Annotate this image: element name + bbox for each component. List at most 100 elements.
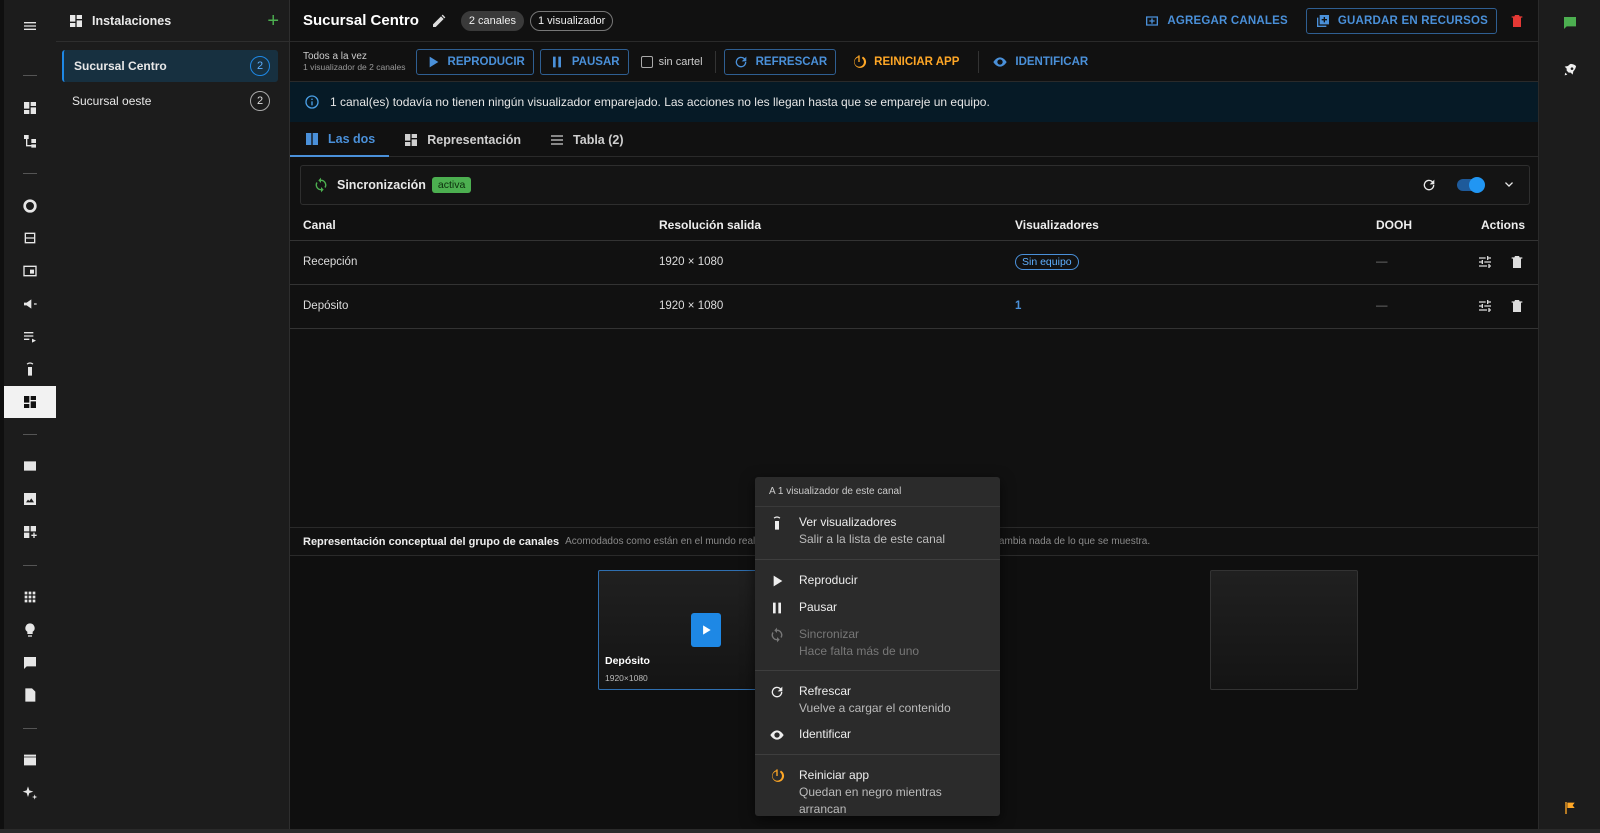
channels-chip: 2 canales	[460, 10, 524, 31]
flag-icon[interactable]	[1555, 793, 1585, 823]
sidebar-item-sucursal-oeste[interactable]: Sucursal oeste 2	[62, 85, 278, 117]
delete-icon[interactable]	[1509, 298, 1525, 314]
library-add-icon	[1315, 13, 1331, 29]
dashboard-icon[interactable]	[4, 92, 56, 124]
app-window: Instalaciones + Sucursal Centro 2 Sucurs…	[0, 0, 1600, 833]
dashboard-icon	[403, 132, 419, 148]
play-icon	[769, 573, 785, 589]
edit-icon[interactable]	[431, 13, 447, 29]
menu-icon[interactable]	[4, 10, 56, 42]
tile-resolution: 1920×1080	[605, 673, 648, 683]
add-channels-label: AGREGAR CANALES	[1167, 14, 1288, 27]
rail-divider	[23, 434, 37, 435]
add-channels-button[interactable]: AGREGAR CANALES	[1136, 8, 1296, 34]
menu-divider	[755, 754, 1000, 755]
menu-item-label: Refrescar	[799, 684, 852, 698]
no-banner-checkbox[interactable]: sin cartel	[640, 55, 703, 68]
target-icon[interactable]	[4, 190, 56, 222]
tune-icon[interactable]	[1477, 298, 1493, 314]
feedback-icon[interactable]	[1555, 8, 1585, 38]
pause-icon	[769, 600, 785, 616]
chevron-down-icon[interactable]	[1501, 177, 1517, 193]
campaign-icon[interactable]	[4, 288, 56, 320]
concept-title: Representación conceptual del grupo de c…	[303, 535, 560, 548]
lightbulb-icon[interactable]	[4, 614, 56, 646]
table-row[interactable]: Recepción 1920 × 1080 Sin equipo —	[290, 240, 1538, 285]
document-icon[interactable]	[4, 679, 56, 711]
menu-item-identify[interactable]: Identificar	[755, 726, 1000, 743]
split-view-icon	[304, 131, 320, 147]
save-resources-button[interactable]: GUARDAR EN RECURSOS	[1305, 7, 1497, 34]
sidebar-item-sucursal-centro[interactable]: Sucursal Centro 2	[62, 50, 278, 82]
menu-item-view-viewers[interactable]: Ver visualizadores Salir a la lista de es…	[755, 514, 1000, 548]
target-selector[interactable]: Todos a la vez 1 visualizador de 2 canal…	[303, 51, 406, 72]
icon-rail	[4, 0, 56, 833]
installations-sidebar: Instalaciones + Sucursal Centro 2 Sucurs…	[56, 0, 290, 833]
channel-tile[interactable]	[1210, 570, 1358, 690]
right-rail	[1538, 0, 1600, 833]
tab-label: Las dos	[328, 131, 376, 146]
menu-item-sub: Hace falta más de uno	[799, 644, 920, 658]
image-icon[interactable]	[4, 483, 56, 515]
movie-icon[interactable]	[4, 450, 56, 482]
sync-panel: Sincronización activa	[300, 165, 1530, 205]
menu-item-pause[interactable]: Pausar	[755, 599, 1000, 616]
menu-item-sync: Sincronizar Hace falta más de uno	[755, 626, 1000, 660]
tab-both[interactable]: Las dos	[290, 122, 390, 157]
chat-icon[interactable]	[4, 647, 56, 679]
refresh-label: REFRESCAR	[755, 55, 828, 68]
refresh-icon[interactable]	[1421, 177, 1437, 193]
tab-representation[interactable]: Representación	[389, 122, 535, 157]
remote-icon[interactable]	[4, 353, 56, 385]
rail-divider	[23, 75, 37, 76]
playlist-icon[interactable]	[4, 320, 56, 352]
add-widget-icon[interactable]	[4, 516, 56, 548]
installations-icon[interactable]	[4, 386, 56, 418]
menu-item-restart-app[interactable]: Reiniciar app Quedan en negro mientras ar…	[755, 767, 1000, 818]
no-banner-label: sin cartel	[658, 55, 703, 68]
apps-icon[interactable]	[4, 581, 56, 613]
add-installation-button[interactable]: +	[267, 11, 279, 31]
no-device-badge[interactable]: Sin equipo	[1015, 254, 1079, 270]
delete-icon[interactable]	[1509, 13, 1525, 29]
channels-table: Canal Resolución salida Visualizadores D…	[290, 210, 1538, 329]
menu-item-play[interactable]: Reproducir	[755, 572, 1000, 589]
info-icon	[304, 94, 320, 110]
tab-label: Tabla (2)	[573, 132, 624, 147]
clapper-icon[interactable]	[4, 744, 56, 776]
menu-item-sub: Salir a la lista de este canal	[799, 532, 946, 546]
delete-icon[interactable]	[1509, 254, 1525, 270]
toolbar-divider	[714, 50, 716, 73]
info-banner: 1 canal(es) todavía no tienen ningún vis…	[290, 82, 1538, 122]
restart-app-button[interactable]: REINICIAR APP	[842, 49, 968, 75]
sparkles-icon[interactable]	[4, 777, 56, 809]
column-header[interactable]: Canal	[290, 210, 646, 241]
screen-icon[interactable]	[4, 255, 56, 287]
viewer-count-link[interactable]: 1	[1015, 300, 1021, 312]
tab-table[interactable]: Tabla (2)	[535, 122, 637, 157]
pause-button[interactable]: PAUSAR	[539, 48, 629, 75]
remote-icon	[769, 515, 785, 531]
column-header[interactable]: Visualizadores	[1002, 210, 1363, 241]
column-header[interactable]: Resolución salida	[646, 210, 1002, 241]
identify-button[interactable]: IDENTIFICAR	[983, 49, 1097, 75]
channel-viewers: Sin equipo	[1002, 240, 1363, 285]
rocket-icon[interactable]	[1555, 55, 1585, 85]
refresh-button[interactable]: REFRESCAR	[723, 48, 837, 75]
tune-icon[interactable]	[1477, 254, 1493, 270]
concept-subtitle-tail: no cambia nada de lo que se muestra.	[980, 536, 1151, 547]
menu-header: A 1 visualizador de este canal	[755, 477, 1000, 507]
table-row[interactable]: Depósito 1920 × 1080 1 —	[290, 284, 1538, 329]
menu-item-refresh[interactable]: Refrescar Vuelve a cargar el contenido	[755, 683, 1000, 717]
sync-toggle[interactable]	[1457, 177, 1485, 193]
menu-item-label: Reproducir	[799, 573, 858, 587]
power-icon	[851, 54, 867, 70]
concept-subtitle: Acomodados como están en el mundo real.	[565, 536, 759, 547]
column-header[interactable]: DOOH	[1363, 210, 1443, 241]
play-button[interactable]: REPRODUCIR	[415, 48, 534, 75]
channel-tile-deposito[interactable]: Depósito 1920×1080	[598, 570, 758, 690]
layers-icon[interactable]	[4, 222, 56, 254]
menu-divider	[755, 670, 1000, 671]
sidebar-item-count: 2	[250, 91, 270, 111]
hierarchy-icon[interactable]	[4, 125, 56, 157]
